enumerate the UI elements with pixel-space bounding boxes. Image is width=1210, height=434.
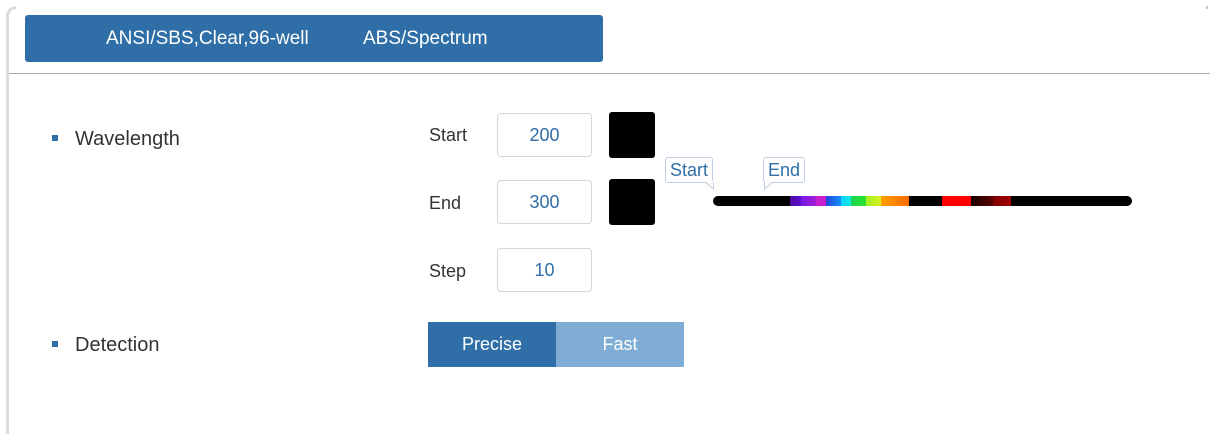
panel-corner-mark — [1206, 6, 1208, 9]
plate-type-label: ANSI/SBS,Clear,96-well — [106, 28, 309, 49]
start-wavelength-label: Start — [429, 125, 468, 145]
detection-label: Detection — [75, 334, 160, 356]
detection-fast-button[interactable]: Fast — [556, 322, 684, 367]
start-color-swatch — [609, 112, 655, 158]
wavelength-spectrum-bar — [713, 196, 1132, 206]
spectrum-end-marker[interactable]: End — [763, 157, 806, 183]
protocol-header: ANSI/SBS,Clear,96-well ABS/Spectrum — [25, 15, 603, 62]
detection-precise-button[interactable]: Precise — [428, 322, 556, 367]
start-marker-pointer-fill — [705, 181, 713, 188]
bullet-icon — [52, 134, 58, 141]
step-label: Step — [429, 261, 467, 281]
header-divider — [9, 73, 1210, 74]
spectrum-start-marker[interactable]: Start — [665, 157, 714, 183]
end-wavelength-label: End — [429, 193, 462, 213]
panel-border-left — [6, 14, 9, 434]
wavelength-section-title: Wavelength — [52, 128, 180, 151]
end-marker-pointer-fill — [765, 181, 773, 188]
wavelength-label: Wavelength — [75, 128, 180, 150]
spectrum-settings-panel: ANSI/SBS,Clear,96-well ABS/Spectrum Wave… — [0, 0, 1210, 434]
step-input[interactable]: 10 — [497, 248, 592, 292]
end-wavelength-input[interactable]: 300 — [497, 180, 592, 224]
start-wavelength-input[interactable]: 200 — [497, 113, 592, 157]
end-color-swatch — [609, 179, 655, 225]
read-mode-label: ABS/Spectrum — [363, 28, 488, 49]
detection-section-title: Detection — [52, 334, 160, 357]
bullet-icon — [52, 340, 58, 347]
